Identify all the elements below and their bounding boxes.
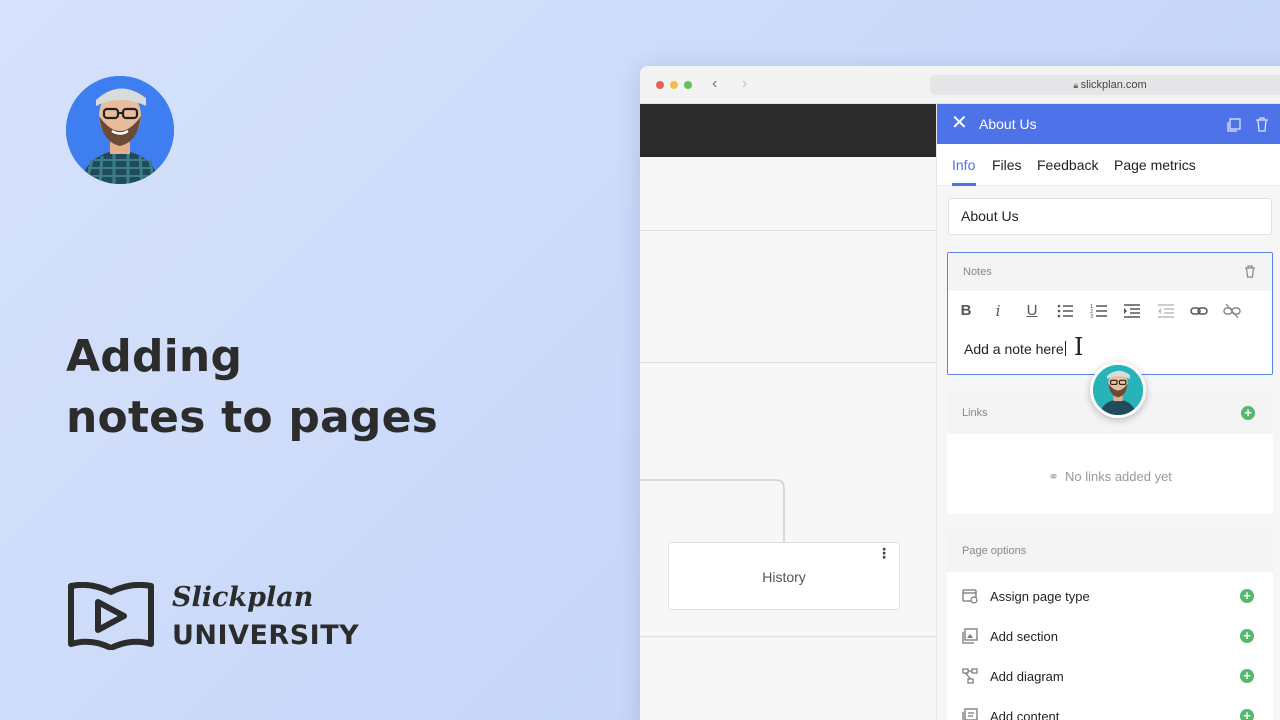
url-text: slickplan.com: [1080, 79, 1147, 91]
option-label: Assign page type: [990, 589, 1090, 604]
trash-icon[interactable]: [1255, 117, 1269, 132]
link-icon[interactable]: [1190, 302, 1208, 320]
active-tab-indicator: [952, 183, 976, 186]
notes-text-input[interactable]: Add a note here I: [964, 333, 1083, 361]
duplicate-icon[interactable]: [1227, 118, 1241, 132]
page-card-label: History: [762, 569, 806, 585]
bullet-list-icon[interactable]: [1056, 302, 1074, 320]
option-add-diagram[interactable]: Add diagram +: [947, 656, 1273, 696]
option-label: Add content: [990, 709, 1060, 720]
links-empty-state: ⚭ No links added yet: [947, 469, 1273, 485]
maximize-window-dot[interactable]: [684, 81, 692, 89]
canvas-divider: [640, 230, 936, 231]
diagram-icon: [962, 668, 978, 684]
canvas-divider: [640, 636, 936, 637]
page-options-section: Page options Assign page type + Add sect…: [947, 530, 1273, 720]
text-cursor-icon: I: [1074, 333, 1084, 361]
links-label: Links: [962, 407, 988, 419]
content-icon: [962, 708, 978, 720]
panel-tabs: Info Files Feedback Page metrics: [937, 144, 1280, 186]
delete-notes-icon[interactable]: [1244, 265, 1256, 278]
lock-icon: 🔒︎: [1073, 80, 1081, 90]
headline-line-1: Adding: [66, 331, 243, 382]
brand-script-wordmark: Slickplan: [172, 582, 314, 613]
option-add-section[interactable]: Add section +: [947, 616, 1273, 656]
section-icon: [962, 628, 978, 644]
numbered-list-icon[interactable]: 1 2 3: [1090, 302, 1108, 320]
option-label: Add diagram: [990, 669, 1064, 684]
notes-text: Add a note here: [964, 341, 1064, 357]
minimize-window-dot[interactable]: [670, 81, 678, 89]
notes-label: Notes: [963, 266, 992, 278]
page-card-history[interactable]: History ⋮: [668, 542, 900, 610]
text-caret: [1064, 341, 1066, 356]
canvas-header-bar: [640, 104, 936, 157]
indent-icon[interactable]: [1123, 302, 1141, 320]
page-options-label: Page options: [962, 545, 1027, 557]
presenter-avatar-small: [1090, 362, 1146, 418]
notes-editor: Notes B i U 1 2 3 Add a note here I: [947, 252, 1273, 375]
svg-text:3: 3: [1090, 314, 1093, 320]
tab-page-metrics[interactable]: Page metrics: [1114, 157, 1196, 173]
presenter-avatar: [66, 76, 174, 184]
connector-line: [640, 479, 785, 542]
panel-title: About Us: [979, 116, 1037, 132]
outdent-icon[interactable]: [1157, 302, 1175, 320]
url-bar[interactable]: 🔒︎ slickplan.com: [930, 75, 1280, 95]
browser-window: ‹ › 🔒︎ slickplan.com History ⋮ ✕ About U…: [640, 66, 1280, 720]
option-assign-page-type[interactable]: Assign page type +: [947, 576, 1273, 616]
add-page-type-button[interactable]: +: [1240, 589, 1254, 603]
add-diagram-button[interactable]: +: [1240, 669, 1254, 683]
close-window-dot[interactable]: [656, 81, 664, 89]
headline-line-2: notes to pages: [66, 392, 439, 443]
browser-chrome: ‹ › 🔒︎ slickplan.com: [640, 66, 1280, 104]
italic-icon[interactable]: i: [989, 302, 1007, 320]
tab-info[interactable]: Info: [952, 157, 975, 173]
open-book-play-icon: [68, 581, 154, 651]
slickplan-university-logo: Slickplan UNIVERSITY: [66, 581, 366, 652]
underline-icon[interactable]: U: [1023, 302, 1041, 320]
sitemap-canvas[interactable]: History ⋮: [640, 104, 936, 720]
canvas-divider: [640, 362, 936, 363]
headline: Adding notes to pages: [66, 326, 438, 448]
bold-icon[interactable]: B: [957, 302, 975, 320]
option-label: Add section: [990, 629, 1058, 644]
links-empty-text: No links added yet: [1064, 469, 1172, 484]
close-icon[interactable]: ✕: [951, 113, 968, 133]
option-add-content[interactable]: Add content +: [947, 696, 1273, 720]
page-options-header: Page options: [947, 530, 1273, 572]
tab-files[interactable]: Files: [992, 157, 1022, 173]
page-type-icon: [962, 589, 978, 604]
back-arrow-icon[interactable]: ‹: [712, 75, 717, 93]
panel-header: ✕ About Us: [937, 104, 1280, 144]
add-link-button[interactable]: +: [1241, 406, 1255, 420]
more-vertical-icon[interactable]: ⋮: [877, 519, 891, 587]
add-content-button[interactable]: +: [1240, 709, 1254, 720]
page-name-field[interactable]: About Us: [948, 198, 1272, 235]
link-icon: ⚭: [1048, 469, 1059, 484]
forward-arrow-icon[interactable]: ›: [742, 75, 747, 93]
add-section-button[interactable]: +: [1240, 629, 1254, 643]
unlink-icon[interactable]: [1223, 302, 1241, 320]
tab-feedback[interactable]: Feedback: [1037, 157, 1098, 173]
brand-university-wordmark: UNIVERSITY: [172, 620, 360, 651]
notes-header: Notes: [948, 253, 1272, 291]
